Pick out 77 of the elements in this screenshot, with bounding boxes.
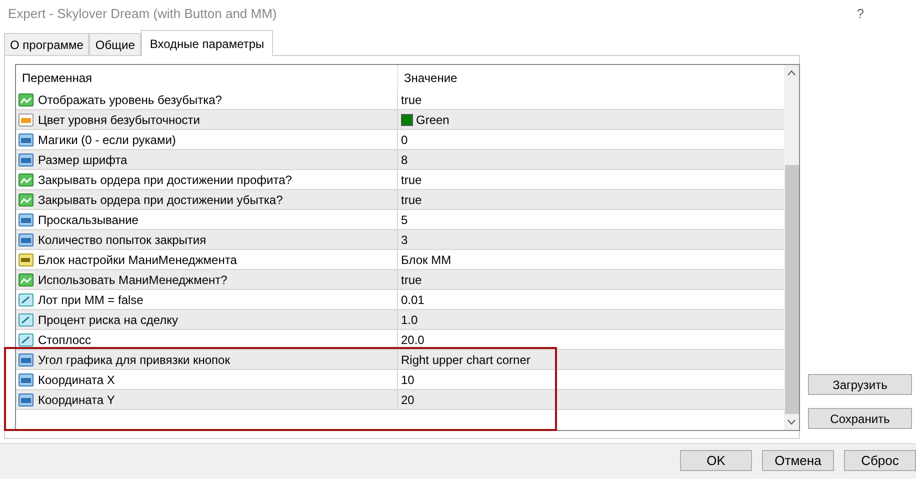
table-cell-text: 20 — [401, 392, 414, 408]
table-row[interactable]: Стоплосс 20.0 — [16, 330, 784, 350]
number-icon — [18, 132, 34, 148]
table-row[interactable]: Проскальзывание 5 — [16, 210, 784, 230]
table-cell-text: Right upper chart corner — [401, 352, 530, 368]
fraction-icon — [18, 292, 34, 308]
line-chart-icon — [18, 172, 34, 188]
number-icon — [18, 392, 34, 408]
line-chart-icon — [18, 272, 34, 288]
table-cell-text: Координата Y — [38, 392, 115, 408]
table-cell-text: 1.0 — [401, 312, 418, 328]
table-cell-text: Закрывать ордера при достижении убытка? — [38, 192, 283, 208]
table-row[interactable]: Магики (0 - если руками) 0 — [16, 130, 784, 150]
table-row[interactable]: Закрывать ордера при достижении профита? true — [16, 170, 784, 190]
table-cell-text: 5 — [401, 212, 408, 228]
help-button[interactable]: ? — [856, 4, 864, 24]
tab[interactable]: О программе — [4, 33, 90, 55]
table-row[interactable]: Цвет уровня безубыточности Green — [16, 110, 784, 130]
number-icon — [18, 232, 34, 248]
table-cell-text: Green — [416, 112, 450, 128]
dialog-button[interactable]: Сброс — [844, 450, 916, 471]
table-cell-text: 10 — [401, 372, 414, 388]
table-cell-text: true — [401, 92, 422, 108]
table-cell-text: Закрывать ордера при достижении профита? — [38, 172, 292, 188]
number-icon — [18, 212, 34, 228]
table-row[interactable]: Количество попыток закрытия 3 — [16, 230, 784, 250]
tab[interactable]: Входные параметры — [140, 30, 274, 56]
scrollbar[interactable] — [784, 65, 799, 430]
palette-icon — [18, 112, 34, 128]
number-icon — [18, 152, 34, 168]
table-row[interactable]: Угол графика для привязки кнопок Right upper chart corner — [16, 350, 784, 370]
fraction-icon — [18, 332, 34, 348]
table-row[interactable]: Блок настройки МаниМенеджмента Блок MM — [16, 250, 784, 270]
dialog-button[interactable]: Отмена — [762, 450, 834, 471]
table-cell-text: Блок MM — [401, 252, 452, 268]
table-cell-text: Угол графика для привязки кнопок — [38, 352, 230, 368]
table-cell-text: 8 — [401, 152, 408, 168]
table-cell-text: 0 — [401, 132, 408, 148]
table-cell-text: true — [401, 272, 422, 288]
window-title: Expert - Skylover Dream (with Button and MM) — [8, 4, 277, 23]
table-row[interactable]: Закрывать ордера при достижении убытка? true — [16, 190, 784, 210]
scrollbar-thumb[interactable] — [784, 165, 798, 414]
table-cell-text: Количество попыток закрытия — [38, 232, 206, 248]
column-header[interactable]: Значение — [398, 65, 784, 90]
dialog-button[interactable]: OK — [680, 450, 752, 471]
table-cell-text: Стоплосс — [38, 332, 92, 348]
table-cell-text: Координата X — [38, 372, 115, 388]
line-chart-icon — [18, 92, 34, 108]
number-icon — [18, 352, 34, 368]
table-cell-text: Процент риска на сделку — [38, 312, 178, 328]
fraction-icon — [18, 312, 34, 328]
text-icon — [18, 252, 34, 268]
number-icon — [18, 372, 34, 388]
table-cell-text: 3 — [401, 232, 408, 248]
table-row[interactable]: Лот при MM = false 0.01 — [16, 290, 784, 310]
table-cell-text: true — [401, 172, 422, 188]
table-cell-text: Использовать МаниМенеджмент? — [38, 272, 228, 288]
table-cell-text: 0.01 — [401, 292, 424, 308]
table-cell-text: Проскальзывание — [38, 212, 138, 228]
table-cell-text: Цвет уровня безубыточности — [38, 112, 200, 128]
tab[interactable]: Общие — [89, 33, 141, 55]
table-row[interactable]: Отображать уровень безубытка? true — [16, 90, 784, 110]
line-chart-icon — [18, 192, 34, 208]
table-cell-text: Блок настройки МаниМенеджмента — [38, 252, 237, 268]
table-cell-text: 20.0 — [401, 332, 424, 348]
table-row[interactable]: Процент риска на сделку 1.0 — [16, 310, 784, 330]
table-cell-text: Размер шрифта — [38, 152, 128, 168]
table-cell-text: Лот при MM = false — [38, 292, 144, 308]
table-row[interactable]: Использовать МаниМенеджмент? true — [16, 270, 784, 290]
table-cell-text: true — [401, 192, 422, 208]
side-button[interactable]: Сохранить — [808, 408, 912, 429]
table-row[interactable]: Координата Y 20 — [16, 390, 784, 410]
table-cell-text: Отображать уровень безубытка? — [38, 92, 222, 108]
side-button[interactable]: Загрузить — [808, 374, 912, 395]
table-cell-text: Магики (0 - если руками) — [38, 132, 176, 148]
table-row[interactable]: Координата X 10 — [16, 370, 784, 390]
table-row[interactable]: Размер шрифта 8 — [16, 150, 784, 170]
